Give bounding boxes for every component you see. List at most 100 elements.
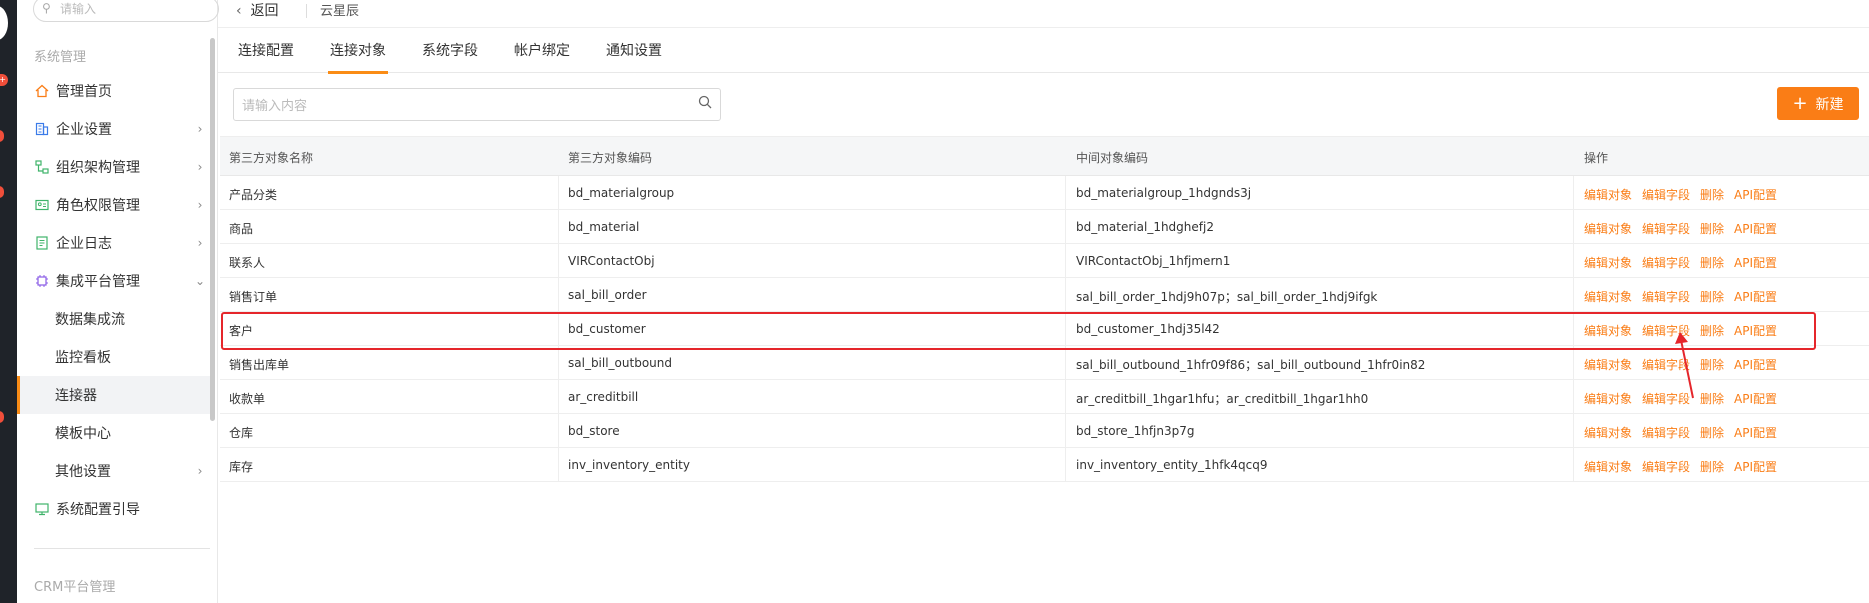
cell-object-name: 商品 (229, 222, 254, 236)
api-config-link[interactable]: API配置 (1734, 288, 1777, 305)
sidebar-subitem-monitor-board[interactable]: 监控看板 (17, 338, 210, 376)
api-config-link[interactable]: API配置 (1734, 356, 1777, 373)
delete-link[interactable]: 删除 (1700, 356, 1724, 373)
delete-link[interactable]: 删除 (1700, 424, 1724, 441)
edit-fields-link[interactable]: 编辑字段 (1642, 356, 1690, 373)
edit-fields-link[interactable]: 编辑字段 (1642, 424, 1690, 441)
cell-object-name: 销售订单 (229, 290, 278, 304)
chevron-right-icon: › (197, 198, 203, 212)
delete-link[interactable]: 删除 (1700, 288, 1724, 305)
edit-fields-link[interactable]: 编辑字段 (1642, 288, 1690, 305)
cell-mid-code: bd_materialgroup_1hdgnds3j (1076, 186, 1252, 200)
sidebar-subitem-template-center[interactable]: 模板中心 (17, 414, 210, 452)
chevron-right-icon: › (197, 236, 203, 250)
avatar[interactable] (0, 6, 8, 40)
sidebar-subitem-connector[interactable]: 连接器 (17, 376, 210, 414)
edit-object-link[interactable]: 编辑对象 (1584, 356, 1632, 373)
cell-object-code: bd_materialgroup (568, 186, 675, 200)
cell-object-code: VIRContactObj (568, 254, 655, 268)
chevron-right-icon: › (197, 122, 203, 136)
sidebar-subitem-data-flow[interactable]: 数据集成流 (17, 300, 210, 338)
edit-object-link[interactable]: 编辑对象 (1584, 186, 1632, 203)
edit-fields-link[interactable]: 编辑字段 (1642, 254, 1690, 271)
plus-icon: + (1792, 92, 1808, 114)
delete-link[interactable]: 删除 (1700, 186, 1724, 203)
tab-account-binding[interactable]: 帐户绑定 (514, 40, 570, 73)
cell-mid-code: sal_bill_outbound_1hfr09f86；sal_bill_out… (1076, 358, 1426, 372)
sidebar-item-org-management[interactable]: 组织架构管理 › (17, 148, 210, 186)
sidebar-item-label: 管理首页 (56, 84, 112, 100)
api-config-link[interactable]: API配置 (1734, 390, 1777, 407)
sidebar-item-integration-platform[interactable]: 集成平台管理 ⌄ (17, 262, 210, 300)
search-icon[interactable] (698, 95, 712, 113)
sidebar-item-home[interactable]: 管理首页 (17, 72, 210, 110)
sidebar-item-label: 组织架构管理 (56, 160, 140, 176)
cell-object-code: bd_store (568, 424, 620, 438)
notification-dot (0, 411, 4, 423)
edit-object-link[interactable]: 编辑对象 (1584, 458, 1632, 475)
edit-object-link[interactable]: 编辑对象 (1584, 424, 1632, 441)
edit-fields-link[interactable]: 编辑字段 (1642, 458, 1690, 475)
api-config-link[interactable]: API配置 (1734, 424, 1777, 441)
sidebar-section-system: 系统管理 (34, 50, 87, 65)
row-actions: 编辑对象 编辑字段 删除 API配置 (1584, 356, 1777, 373)
sidebar-scrollbar[interactable] (210, 38, 215, 421)
sidebar-item-label: 连接器 (55, 388, 97, 404)
monitor-icon (34, 501, 50, 517)
new-button-label: 新建 (1815, 96, 1844, 113)
delete-link[interactable]: 删除 (1700, 458, 1724, 475)
api-config-link[interactable]: API配置 (1734, 220, 1777, 237)
column-header-name: 第三方对象名称 (229, 151, 314, 165)
sidebar-item-label: 其他设置 (55, 464, 111, 480)
tab-notification-settings[interactable]: 通知设置 (606, 40, 662, 73)
api-config-link[interactable]: API配置 (1734, 254, 1777, 271)
sidebar-item-company-log[interactable]: 企业日志 › (17, 224, 210, 262)
table-row: 库存 inv_inventory_entity inv_inventory_enti… (220, 448, 1869, 482)
objects-table: 第三方对象名称 第三方对象编码 中间对象编码 操作 产品分类 bd_materia… (220, 136, 1869, 482)
table-row: 商品 bd_material bd_material_1hdghefj2 编辑对象 编辑… (220, 210, 1869, 244)
api-config-link[interactable]: API配置 (1734, 186, 1777, 203)
cell-mid-code: bd_store_1hfjn3p7g (1076, 424, 1195, 438)
column-header-actions: 操作 (1584, 151, 1609, 165)
api-config-link[interactable]: API配置 (1734, 458, 1777, 475)
back-label: 返回 (250, 3, 279, 19)
search-icon: ⚲ (42, 1, 51, 15)
cell-mid-code: bd_material_1hdghefj2 (1076, 220, 1214, 234)
sidebar-item-company-settings[interactable]: 企业设置 › (17, 110, 210, 148)
row-actions: 编辑对象 编辑字段 删除 API配置 (1584, 220, 1777, 237)
cell-object-name: 销售出库单 (229, 358, 290, 372)
tab-connection-objects[interactable]: 连接对象 (328, 40, 388, 74)
chevron-down-icon: ⌄ (194, 274, 206, 288)
breadcrumb-divider (306, 4, 307, 18)
id-card-icon (34, 197, 50, 213)
delete-link[interactable]: 删除 (1700, 254, 1724, 271)
search-box[interactable] (233, 88, 721, 121)
search-input[interactable] (242, 95, 682, 115)
tab-system-fields[interactable]: 系统字段 (422, 40, 478, 73)
back-button[interactable]: ‹ 返回 (236, 0, 279, 20)
cell-object-code: ar_creditbill (568, 390, 639, 404)
edit-object-link[interactable]: 编辑对象 (1584, 390, 1632, 407)
sidebar-item-config-guide[interactable]: 系统配置引导 (17, 490, 210, 528)
table-row: 产品分类 bd_materialgroup bd_materialgroup_1hd… (220, 176, 1869, 210)
sidebar-subitem-other-settings[interactable]: 其他设置 › (17, 452, 210, 490)
sidebar-section-crm: CRM平台管理 (34, 580, 116, 595)
sidebar-search[interactable]: ⚲ (33, 0, 219, 22)
cell-object-name: 库存 (229, 460, 254, 474)
edit-object-link[interactable]: 编辑对象 (1584, 288, 1632, 305)
edit-fields-link[interactable]: 编辑字段 (1642, 220, 1690, 237)
new-button[interactable]: + 新建 (1777, 87, 1859, 120)
edit-object-link[interactable]: 编辑对象 (1584, 220, 1632, 237)
edit-fields-link[interactable]: 编辑字段 (1642, 186, 1690, 203)
delete-link[interactable]: 删除 (1700, 390, 1724, 407)
sidebar-search-input[interactable] (60, 0, 210, 19)
tab-connection-config[interactable]: 连接配置 (238, 40, 294, 73)
delete-link[interactable]: 删除 (1700, 220, 1724, 237)
edit-object-link[interactable]: 编辑对象 (1584, 254, 1632, 271)
cell-mid-code: VIRContactObj_1hfjmern1 (1076, 254, 1231, 268)
sidebar-divider (34, 548, 210, 549)
cell-object-code: sal_bill_outbound (568, 356, 672, 370)
sidebar-item-role-permissions[interactable]: 角色权限管理 › (17, 186, 210, 224)
table-header: 第三方对象名称 第三方对象编码 中间对象编码 操作 (220, 136, 1869, 176)
edit-fields-link[interactable]: 编辑字段 (1642, 390, 1690, 407)
